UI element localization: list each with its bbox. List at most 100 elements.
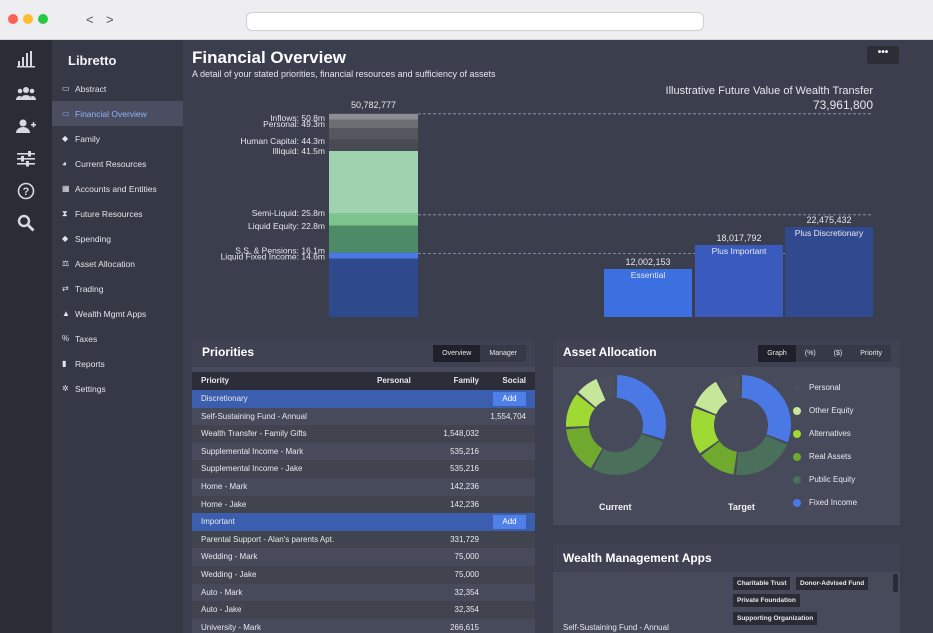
legend-label: Real Assets — [809, 452, 852, 461]
priority-value-label: 22,475,432 — [806, 215, 851, 225]
tab-percent[interactable]: (%) — [796, 345, 825, 362]
sitemap-icon: ▲ — [62, 309, 70, 318]
hourglass-icon: ⧗ — [62, 208, 68, 218]
legend-item: Fixed Income — [793, 498, 858, 507]
category-row[interactable]: Important Add — [192, 513, 535, 531]
family-value: 331,729 — [450, 534, 479, 544]
app-tag-donor-advised-fund[interactable]: Donor-Advised Fund — [796, 577, 869, 590]
bar-fixed-income — [329, 258, 418, 317]
app-tag-private-foundation[interactable]: Private Foundation — [733, 594, 800, 607]
sidebar-item-future-resources[interactable]: ⧗ Future Resources — [52, 201, 183, 226]
wealth-apps-panel: Wealth Management Apps Charitable Trust … — [553, 544, 900, 633]
priorities-panel: Priorities Overview Manager Priority Pers… — [192, 339, 535, 633]
resource-label: Personal: 49.3m — [263, 119, 325, 129]
tab-manager[interactable]: Manager — [480, 345, 526, 362]
legend-label: Fixed Income — [809, 498, 858, 507]
sidebar-item-trading[interactable]: ⇄ Trading — [52, 276, 183, 301]
tab-dollar[interactable]: ($) — [825, 345, 852, 362]
table-row[interactable]: Auto - Mark 32,354 — [192, 584, 535, 602]
page-title: Financial Overview — [192, 48, 347, 67]
tag-icon: ◆ — [62, 234, 69, 243]
priorities-tabs: Overview Manager — [433, 345, 526, 362]
sidebar-item-label: Spending — [75, 233, 111, 244]
table-row[interactable]: Wealth Transfer - Family Gifts 1,548,032 — [192, 425, 535, 443]
allocation-title: Asset Allocation — [563, 345, 657, 359]
wealth-transfer-chart: 50,782,777Inflows: 50.8mPersonal: 49.3mH… — [221, 85, 873, 317]
table-row[interactable]: University - Mark 266,615 — [192, 619, 535, 633]
close-dot[interactable] — [8, 14, 18, 24]
bar-inflows — [329, 113, 418, 120]
bar-chart-icon[interactable] — [14, 48, 38, 70]
add-button[interactable]: Add — [493, 515, 526, 530]
more-options-button[interactable]: ••• — [867, 46, 899, 64]
category-row[interactable]: Discretionary Add — [192, 390, 535, 408]
priority-category-label: Plus Discretionary — [795, 228, 864, 238]
users-icon[interactable] — [14, 82, 38, 104]
gear-icon: ✲ — [62, 384, 69, 393]
sidebar-item-accounts-and-entities[interactable]: ▦ Accounts and Entities — [52, 176, 183, 201]
priority-name: Auto - Jake — [201, 605, 242, 615]
address-bar[interactable] — [246, 12, 704, 31]
table-row[interactable]: Parental Support - Alan's parents Apt. 33… — [192, 530, 535, 549]
app-tag-charitable-trust[interactable]: Charitable Trust — [733, 577, 791, 590]
table-row[interactable]: Supplemental Income - Mark 535,216 — [192, 443, 535, 461]
resource-label: Liquid Fixed Income: 14.6m — [221, 252, 325, 262]
sidebar-item-abstract[interactable]: ▭ Abstract — [52, 76, 183, 101]
priority-name: Home - Mark — [201, 482, 248, 491]
maximize-dot[interactable] — [38, 14, 48, 24]
table-row[interactable]: Home - Mark 142,236 — [192, 478, 535, 496]
sidebar-item-asset-allocation[interactable]: ⚖ Asset Allocation — [52, 251, 183, 276]
sidebar-item-label: Asset Allocation — [75, 258, 136, 269]
sidebar-item-reports[interactable]: ▮ Reports — [52, 351, 183, 376]
legend-dot-icon — [793, 384, 801, 392]
table-row[interactable]: Self-Sustaining Fund - Annual 1,554,704 — [192, 408, 535, 426]
sliders-icon[interactable] — [14, 148, 38, 170]
back-button[interactable]: < — [86, 12, 94, 27]
priority-name: Home - Jake — [201, 499, 247, 509]
priority-value-label: 12,002,153 — [625, 257, 670, 267]
tab-overview[interactable]: Overview — [433, 345, 481, 362]
tab-priority[interactable]: Priority — [851, 345, 891, 362]
sidebar-item-financial-overview[interactable]: ▭ Financial Overview — [52, 101, 183, 126]
sidebar-item-label: Trading — [75, 283, 104, 294]
resource-label: Semi-Liquid: 25.8m — [252, 208, 325, 218]
table-row[interactable]: Home - Jake 142,236 — [192, 495, 535, 514]
allocation-header: Asset Allocation Graph (%) ($) Priority — [553, 339, 900, 367]
sidebar-item-settings[interactable]: ✲ Settings — [52, 376, 183, 401]
table-row[interactable]: Auto - Jake 32,354 — [192, 601, 535, 619]
priority-name: Wedding - Jake — [201, 570, 257, 579]
sidebar-item-wealth-mgmt-apps[interactable]: ▲ Wealth Mgmt Apps — [52, 301, 183, 326]
priority-bar-plus-discretionary — [785, 227, 873, 317]
target-donut-slice[interactable] — [741, 375, 791, 443]
table-row[interactable]: Wedding - Jake 75,000 — [192, 566, 535, 584]
search-icon[interactable] — [14, 212, 38, 234]
table-row[interactable]: Supplemental Income - Jake 535,216 — [192, 460, 535, 478]
balance-icon: ⚖ — [62, 259, 70, 268]
current-donut-slice[interactable] — [593, 433, 664, 475]
sidebar-item-current-resources[interactable]: ◕ Current Resources — [52, 151, 183, 176]
resource-label: Human Capital: 44.3m — [240, 136, 325, 146]
forward-button[interactable]: > — [106, 12, 114, 27]
sidebar-item-label: Taxes — [75, 333, 98, 344]
app-tag-supporting-organization[interactable]: Supporting Organization — [733, 612, 818, 625]
sidebar-item-spending[interactable]: ◆ Spending — [52, 226, 183, 251]
legend-dot-icon — [793, 499, 801, 507]
sidebar-item-family[interactable]: ◆ Family — [52, 126, 183, 151]
table-row[interactable]: Wedding - Mark 75,000 — [192, 548, 535, 566]
apps-scrollbar[interactable] — [893, 574, 898, 592]
add-user-icon[interactable] — [14, 115, 38, 137]
target-donut-slice[interactable] — [735, 435, 788, 475]
svg-text:?: ? — [23, 186, 30, 198]
exchange-icon: ⇄ — [62, 284, 69, 293]
browser-titlebar: < > — [0, 0, 933, 40]
current-donut-slice[interactable] — [616, 375, 666, 440]
priority-name: Discretionary — [201, 394, 248, 403]
add-button[interactable]: Add — [493, 392, 526, 406]
sidebar-item-label: Financial Overview — [75, 108, 147, 119]
legend-dot-icon — [793, 430, 801, 438]
family-value: 32,354 — [454, 605, 479, 615]
minimize-dot[interactable] — [23, 14, 33, 24]
sidebar-item-taxes[interactable]: % Taxes — [52, 326, 183, 351]
help-icon[interactable]: ? — [14, 180, 38, 202]
tab-graph[interactable]: Graph — [758, 345, 796, 362]
